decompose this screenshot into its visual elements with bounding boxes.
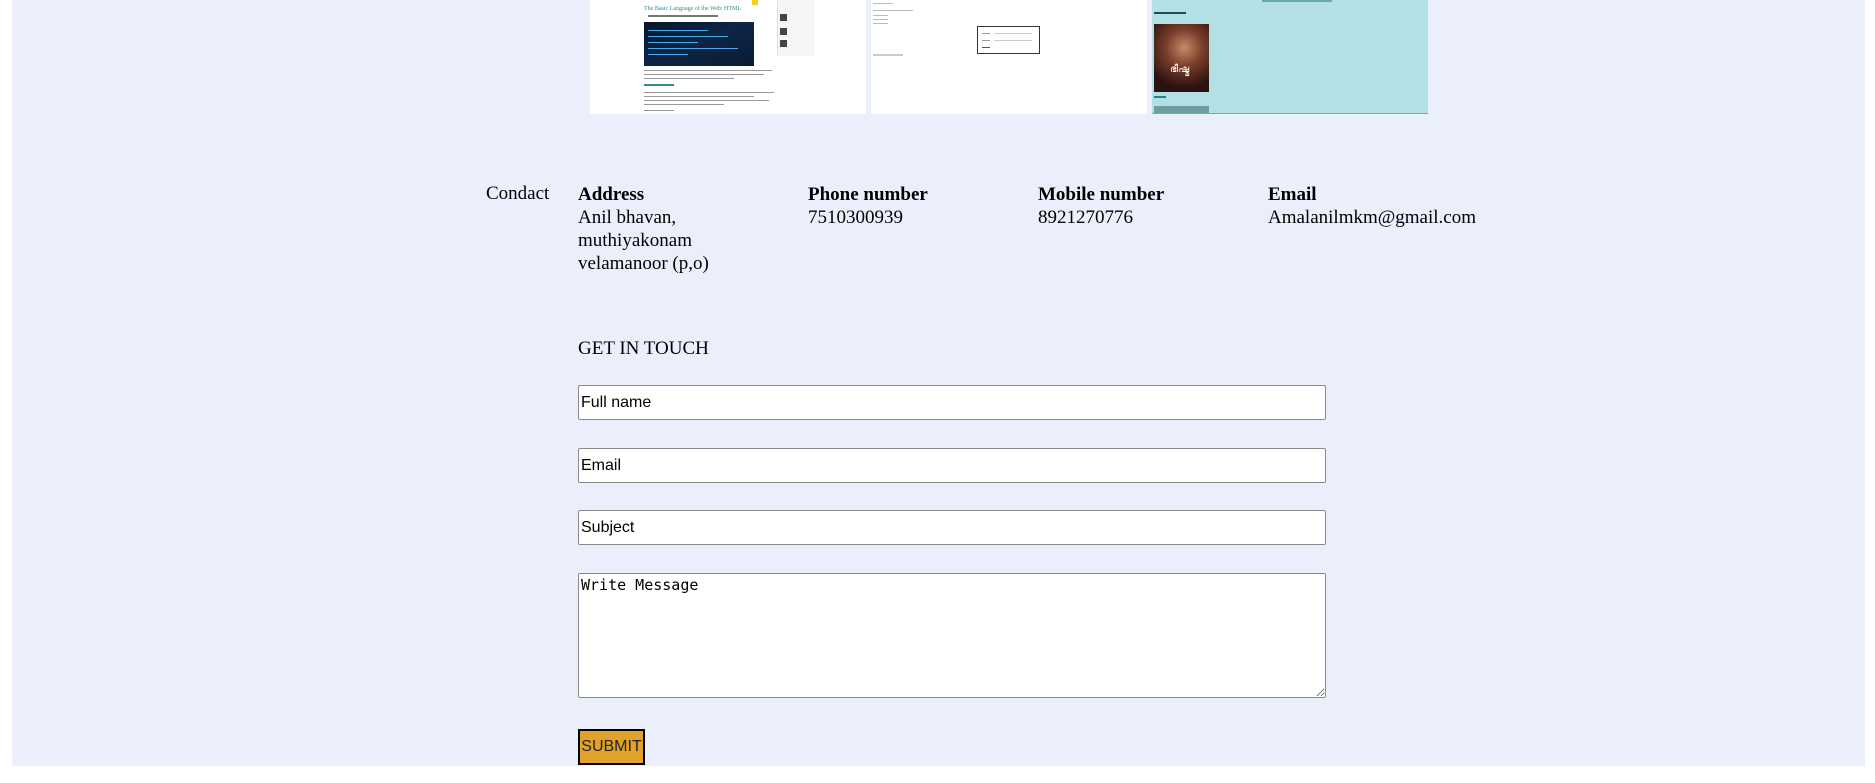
thumbnail-text-line [873, 15, 888, 16]
thumbnail-code-line [648, 42, 698, 43]
thumbnail-subheading [644, 84, 674, 86]
thumbnail-text-line [644, 70, 772, 71]
contact-address: Address Anil bhavan, muthiyakonam velama… [578, 183, 778, 275]
address-line: Anil bhavan, [578, 207, 677, 228]
thumbnail-text-line [873, 3, 893, 4]
thumbnail-code-line [648, 30, 708, 31]
thumbnail-sidebar-image [780, 40, 787, 47]
project-thumbnail-form[interactable] [871, 0, 1147, 114]
phone-value: 7510300939 [808, 207, 903, 228]
project-thumbnail-movie[interactable]: ഭീഷ്മ [1152, 0, 1428, 114]
thumbnail-title: The Basic Language of the Web: HTML [644, 6, 742, 12]
thumbnail-text-line [644, 110, 674, 111]
thumbnail-text-line [644, 78, 734, 79]
address-line: muthiyakonam [578, 230, 692, 251]
thumbnail-text-line [873, 23, 888, 24]
mobile-heading: Mobile number [1038, 184, 1165, 205]
email-input[interactable] [578, 448, 1326, 483]
project-thumbnail-html[interactable]: The Basic Language of the Web: HTML [590, 0, 866, 114]
thumbnail-divider [1152, 113, 1428, 114]
form-title: GET IN TOUCH [578, 338, 709, 359]
submit-button[interactable]: SUBMIT [578, 729, 645, 765]
fullname-input[interactable] [578, 385, 1326, 420]
thumbnail-badge [752, 0, 758, 5]
thumbnail-code-line [648, 36, 728, 37]
email-heading: Email [1268, 184, 1317, 205]
address-line: velamanoor (p,o) [578, 253, 709, 274]
contact-email: Email Amalanilmkm@gmail.com [1268, 183, 1476, 229]
phone-heading: Phone number [808, 184, 928, 205]
contact-phone: Phone number 7510300939 [808, 183, 928, 229]
thumbnail-text-line [648, 15, 718, 17]
email-value: Amalanilmkm@gmail.com [1268, 207, 1476, 228]
thumbnail-text-line [873, 10, 913, 11]
thumbnail-sidebar-image [780, 14, 787, 21]
thumbnail-text-line [1262, 0, 1332, 2]
thumbnail-text-line [644, 74, 764, 75]
thumbnail-text-line [873, 19, 888, 20]
thumbnail-heading [1154, 12, 1186, 14]
thumbnail-link [1154, 96, 1166, 98]
thumbnail-text-line [644, 100, 769, 101]
thumbnail-code-line [648, 48, 738, 49]
message-textarea[interactable] [578, 573, 1326, 698]
thumbnail-text-line [644, 96, 754, 97]
mobile-value: 8921270776 [1038, 207, 1133, 228]
thumbnail-text-line [644, 104, 724, 105]
thumbnail-text-line [873, 54, 903, 56]
thumbnail-text-line [644, 92, 774, 93]
thumbnail-login-box [977, 26, 1040, 54]
thumbnail-code-image [644, 22, 754, 66]
subject-input[interactable] [578, 510, 1326, 545]
thumbnail-movie-poster: ഭീഷ്മ [1154, 24, 1209, 92]
address-heading: Address [578, 184, 645, 205]
contact-mobile: Mobile number 8921270776 [1038, 183, 1164, 229]
thumbnail-sidebar-image [780, 28, 787, 35]
thumbnail-code-line [648, 54, 688, 55]
contact-label: Condact [486, 183, 550, 204]
